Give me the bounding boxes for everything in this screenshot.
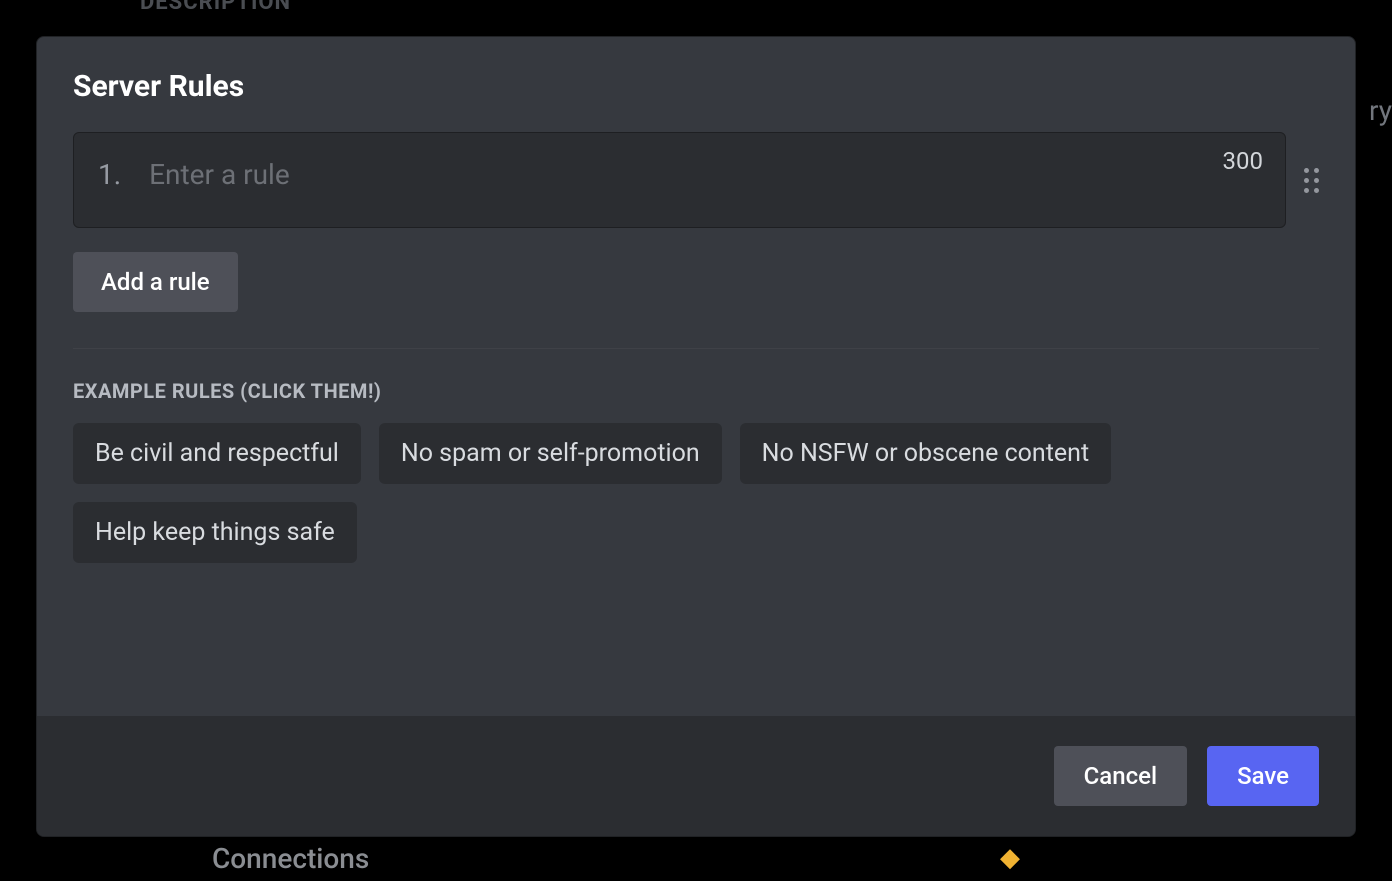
rule-number: 1. [98,157,121,193]
backdrop-star-icon: ◆ [1000,843,1020,873]
example-rules-container: Be civil and respectful No spam or self-… [73,423,1319,563]
add-rule-button[interactable]: Add a rule [73,252,238,312]
server-rules-modal: Server Rules 1. 300 Add a rule EXAMPLE R… [36,36,1356,837]
rule-input[interactable] [149,157,1261,193]
backdrop-description-label: DESCRIPTION [140,0,291,15]
example-rule-chip[interactable]: No NSFW or obscene content [740,423,1111,484]
backdrop-right-fragment: ry [1369,94,1392,127]
cancel-button[interactable]: Cancel [1054,746,1187,806]
divider [73,348,1319,349]
modal-footer: Cancel Save [37,716,1355,836]
char-count: 300 [1223,147,1263,175]
rule-input-container[interactable]: 1. 300 [73,132,1286,228]
example-rule-chip[interactable]: Help keep things safe [73,502,357,563]
modal-title: Server Rules [73,69,1319,104]
drag-handle-icon[interactable] [1304,160,1319,201]
example-rule-chip[interactable]: Be civil and respectful [73,423,361,484]
save-button[interactable]: Save [1207,746,1319,806]
example-rules-heading: EXAMPLE RULES (CLICK THEM!) [73,379,1319,403]
example-rule-chip[interactable]: No spam or self-promotion [379,423,722,484]
rule-row: 1. 300 [73,132,1319,228]
backdrop-connections-label: Connections [212,842,369,875]
modal-body: Server Rules 1. 300 Add a rule EXAMPLE R… [37,37,1355,716]
